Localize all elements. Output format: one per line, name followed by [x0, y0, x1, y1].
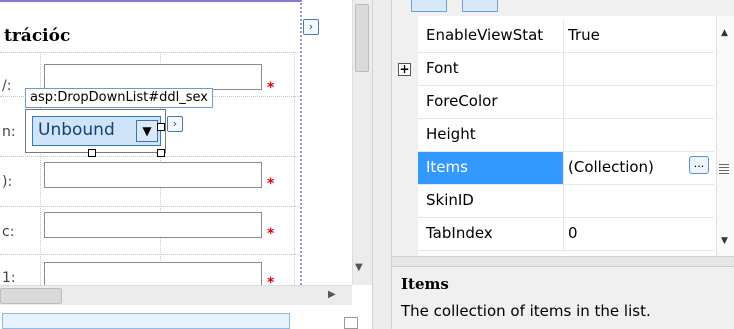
description-splitter[interactable] — [392, 256, 734, 267]
corner-box — [344, 317, 358, 329]
textbox-field[interactable] — [44, 212, 262, 238]
table-gridline — [0, 254, 300, 255]
control-type-label: asp:DropDownList#ddl_sex — [25, 88, 213, 108]
property-row[interactable]: EnableViewStat True — [418, 20, 714, 53]
scroll-right-arrow-icon[interactable]: ▶ — [328, 289, 336, 300]
scroll-grip-icon[interactable] — [719, 164, 729, 175]
textbox-field[interactable] — [44, 64, 262, 90]
dropdown-value: Unbound — [38, 120, 115, 140]
property-name: Font — [418, 53, 564, 85]
property-row[interactable]: SkinID — [418, 185, 714, 218]
designer-bottom-tab[interactable] — [2, 313, 290, 329]
expand-plus-icon[interactable]: + — [398, 63, 411, 76]
property-value[interactable]: (Collection) — [568, 152, 654, 184]
property-name: Items — [418, 152, 564, 184]
row-label: c: — [2, 224, 15, 240]
property-value[interactable]: True — [568, 20, 600, 52]
property-row[interactable]: ForeColor — [418, 86, 714, 119]
properties-scrollbar[interactable] — [716, 16, 734, 256]
description-title: Items — [401, 275, 449, 293]
property-row[interactable]: Height — [418, 119, 714, 152]
property-name: Height — [418, 119, 564, 151]
resize-handle[interactable] — [157, 149, 165, 157]
property-grid-margin — [392, 16, 418, 256]
row-label: n: — [2, 124, 16, 140]
vertical-scroll-thumb[interactable] — [355, 4, 369, 72]
scroll-up-arrow-icon[interactable]: ▲ — [721, 28, 728, 38]
required-marker: * — [267, 226, 275, 242]
alphabetical-button[interactable] — [462, 0, 498, 12]
resize-handle[interactable] — [157, 123, 165, 131]
row-label: /: — [2, 78, 12, 94]
panel-splitter[interactable] — [372, 0, 392, 329]
scroll-down-arrow-icon[interactable]: ▼ — [355, 262, 363, 273]
table-gridline — [0, 206, 300, 207]
scroll-down-arrow-icon[interactable]: ▼ — [721, 236, 728, 246]
categorized-button[interactable] — [411, 0, 447, 12]
description-text: The collection of items in the list. — [401, 302, 651, 320]
table-gridline — [294, 52, 295, 287]
collection-editor-button[interactable]: ... — [689, 156, 709, 174]
table-gridline — [0, 156, 300, 157]
property-row[interactable]: TabIndex 0 — [418, 218, 714, 251]
property-name: ForeColor — [418, 86, 564, 118]
horizontal-scroll-thumb[interactable] — [0, 288, 62, 304]
page-title: trációc — [4, 26, 71, 46]
property-name: SkinID — [418, 185, 564, 217]
page-smart-tag-icon[interactable]: › — [303, 19, 319, 35]
dropdown-smart-tag-icon[interactable]: › — [167, 116, 183, 132]
property-name: EnableViewStat — [418, 20, 564, 52]
property-value[interactable]: 0 — [568, 218, 578, 250]
required-marker: * — [267, 80, 275, 96]
row-label: 1: — [2, 270, 16, 286]
required-marker: * — [267, 176, 275, 192]
row-label: ): — [2, 174, 13, 190]
table-gridline — [0, 52, 300, 53]
chevron-down-icon[interactable]: ▼ — [136, 120, 158, 142]
property-row[interactable]: Font — [418, 53, 714, 86]
textbox-field[interactable] — [44, 162, 262, 188]
property-name: TabIndex — [418, 218, 564, 250]
property-row-selected[interactable]: Items (Collection) — [418, 152, 714, 185]
resize-handle[interactable] — [88, 149, 96, 157]
sex-dropdown[interactable]: Unbound ▼ — [32, 116, 161, 146]
